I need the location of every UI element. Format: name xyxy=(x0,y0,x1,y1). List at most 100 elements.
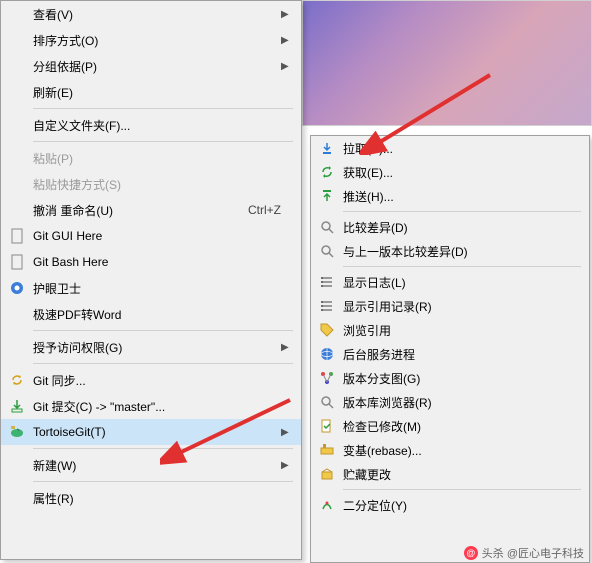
submenu-bisect[interactable]: 二分定位(Y) xyxy=(311,493,589,517)
menu-separator xyxy=(343,489,581,490)
submenu-browse-ref[interactable]: 浏览引用 xyxy=(311,318,589,342)
menu-label: 属性(R) xyxy=(29,490,293,507)
menu-label: 排序方式(O) xyxy=(29,32,281,49)
menu-paste: 粘贴(P) xyxy=(1,145,301,171)
menu-separator xyxy=(33,448,293,449)
submenu-pull[interactable]: 拉取(P)... xyxy=(311,136,589,160)
menu-separator xyxy=(343,266,581,267)
menu-separator xyxy=(33,108,293,109)
submenu-rebase[interactable]: 变基(rebase)... xyxy=(311,438,589,462)
menu-label: 变基(rebase)... xyxy=(339,442,581,459)
watermark-icon: @ xyxy=(464,546,478,560)
menu-label: 查看(V) xyxy=(29,6,281,23)
menu-label: 分组依据(P) xyxy=(29,58,281,75)
menu-group[interactable]: 分组依据(P) ▶ xyxy=(1,53,301,79)
menu-grant-access[interactable]: 授予访问权限(G) ▶ xyxy=(1,334,301,360)
stash-icon xyxy=(315,466,339,482)
menu-label: 授予访问权限(G) xyxy=(29,339,281,356)
submenu-arrow-icon: ▶ xyxy=(281,9,293,20)
menu-label: Git GUI Here xyxy=(29,229,293,243)
tortoisegit-submenu: 拉取(P)... 获取(E)... 推送(H)... 比较差异(D) 与上一版本… xyxy=(310,135,590,563)
menu-git-gui[interactable]: Git GUI Here xyxy=(1,223,301,249)
tortoise-icon xyxy=(5,424,29,440)
submenu-branch-graph[interactable]: 版本分支图(G) xyxy=(311,366,589,390)
submenu-push[interactable]: 推送(H)... xyxy=(311,184,589,208)
menu-separator xyxy=(33,481,293,482)
menu-label: 粘贴快捷方式(S) xyxy=(29,176,293,193)
menu-git-commit[interactable]: Git 提交(C) -> "master"... xyxy=(1,393,301,419)
watermark-text: 头杀 @匠心电子科技 xyxy=(482,545,584,561)
submenu-arrow-icon: ▶ xyxy=(281,61,293,72)
menu-label: 撤消 重命名(U) xyxy=(29,202,248,219)
menu-label: Git Bash Here xyxy=(29,255,293,269)
menu-label: 二分定位(Y) xyxy=(339,497,581,514)
menu-separator xyxy=(33,141,293,142)
menu-label: 比较差异(D) xyxy=(339,219,581,236)
menu-label: 检查已修改(M) xyxy=(339,418,581,435)
submenu-repo-browser[interactable]: 版本库浏览器(R) xyxy=(311,390,589,414)
submenu-arrow-icon: ▶ xyxy=(281,427,293,438)
diff-icon xyxy=(315,243,339,259)
menu-properties[interactable]: 属性(R) xyxy=(1,485,301,511)
submenu-check-mods[interactable]: 检查已修改(M) xyxy=(311,414,589,438)
context-menu: 查看(V) ▶ 排序方式(O) ▶ 分组依据(P) ▶ 刷新(E) 自定义文件夹… xyxy=(0,0,302,560)
menu-label: TortoiseGit(T) xyxy=(29,425,281,439)
file-icon xyxy=(5,254,29,270)
menu-label: 自定义文件夹(F)... xyxy=(29,117,293,134)
menu-git-sync[interactable]: Git 同步... xyxy=(1,367,301,393)
graph-icon xyxy=(315,370,339,386)
file-icon xyxy=(5,228,29,244)
rebase-icon xyxy=(315,442,339,458)
fetch-icon xyxy=(315,164,339,180)
submenu-diff-prev[interactable]: 与上一版本比较差异(D) xyxy=(311,239,589,263)
submenu-arrow-icon: ▶ xyxy=(281,35,293,46)
submenu-arrow-icon: ▶ xyxy=(281,460,293,471)
menu-customize-folder[interactable]: 自定义文件夹(F)... xyxy=(1,112,301,138)
pull-icon xyxy=(315,140,339,156)
submenu-fetch[interactable]: 获取(E)... xyxy=(311,160,589,184)
menu-label: Git 同步... xyxy=(29,372,293,389)
menu-undo-rename[interactable]: 撤消 重命名(U) Ctrl+Z xyxy=(1,197,301,223)
sync-icon xyxy=(5,372,29,388)
submenu-daemon[interactable]: 后台服务进程 xyxy=(311,342,589,366)
menu-label: 版本库浏览器(R) xyxy=(339,394,581,411)
search-icon xyxy=(315,394,339,410)
globe-icon xyxy=(315,346,339,362)
menu-git-bash[interactable]: Git Bash Here xyxy=(1,249,301,275)
menu-label: 后台服务进程 xyxy=(339,346,581,363)
menu-pdf2word[interactable]: 极速PDF转Word xyxy=(1,301,301,327)
bisect-icon xyxy=(315,497,339,513)
shortcut-label: Ctrl+Z xyxy=(248,203,293,217)
log-icon xyxy=(315,298,339,314)
desktop-wallpaper xyxy=(302,0,592,126)
commit-icon xyxy=(5,398,29,414)
watermark: @ 头杀 @匠心电子科技 xyxy=(464,545,584,561)
submenu-diff[interactable]: 比较差异(D) xyxy=(311,215,589,239)
push-icon xyxy=(315,188,339,204)
submenu-stash[interactable]: 贮藏更改 xyxy=(311,462,589,486)
log-icon xyxy=(315,274,339,290)
menu-separator xyxy=(33,330,293,331)
menu-label: 新建(W) xyxy=(29,457,281,474)
tag-icon xyxy=(315,322,339,338)
submenu-reflog[interactable]: 显示引用记录(R) xyxy=(311,294,589,318)
diff-icon xyxy=(315,219,339,235)
menu-label: 浏览引用 xyxy=(339,322,581,339)
menu-refresh[interactable]: 刷新(E) xyxy=(1,79,301,105)
menu-eye-guard[interactable]: 护眼卫士 xyxy=(1,275,301,301)
menu-label: 粘贴(P) xyxy=(29,150,293,167)
menu-label: 版本分支图(G) xyxy=(339,370,581,387)
submenu-arrow-icon: ▶ xyxy=(281,342,293,353)
menu-label: 拉取(P)... xyxy=(339,140,581,157)
submenu-log[interactable]: 显示日志(L) xyxy=(311,270,589,294)
menu-label: Git 提交(C) -> "master"... xyxy=(29,398,293,415)
menu-label: 显示日志(L) xyxy=(339,274,581,291)
menu-label: 显示引用记录(R) xyxy=(339,298,581,315)
menu-label: 推送(H)... xyxy=(339,188,581,205)
menu-tortoisegit[interactable]: TortoiseGit(T) ▶ xyxy=(1,419,301,445)
menu-new[interactable]: 新建(W) ▶ xyxy=(1,452,301,478)
menu-view[interactable]: 查看(V) ▶ xyxy=(1,1,301,27)
menu-separator xyxy=(33,363,293,364)
menu-sort[interactable]: 排序方式(O) ▶ xyxy=(1,27,301,53)
menu-label: 获取(E)... xyxy=(339,164,581,181)
